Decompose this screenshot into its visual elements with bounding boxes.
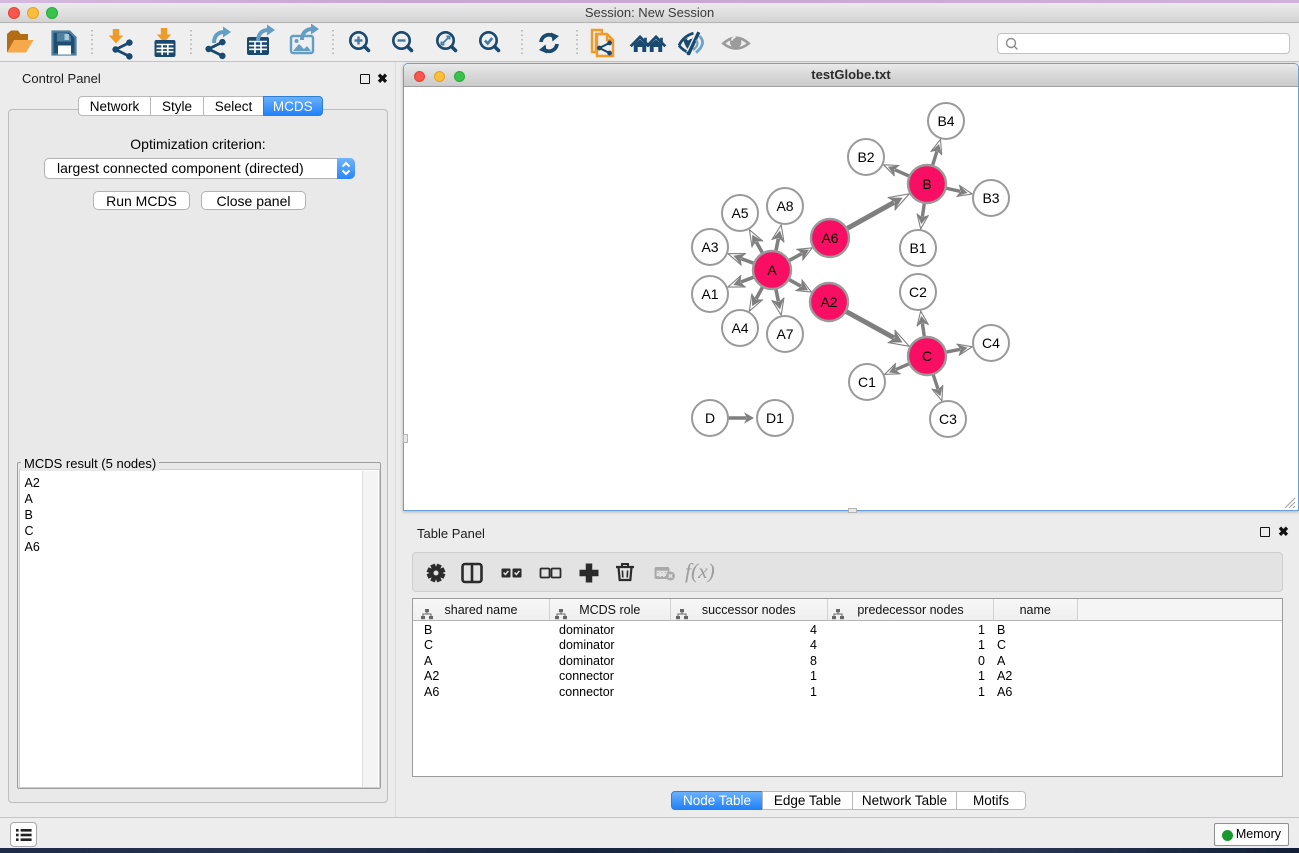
svg-text:B1: B1 [909,240,926,256]
svg-text:C: C [922,348,932,364]
svg-text:A8: A8 [776,198,793,214]
svg-text:B3: B3 [982,190,999,206]
svg-text:B: B [922,176,931,192]
svg-text:A6: A6 [821,230,838,246]
svg-text:C4: C4 [982,335,1000,351]
svg-text:A1: A1 [701,286,718,302]
svg-text:C2: C2 [909,284,927,300]
svg-text:D1: D1 [766,410,784,426]
svg-text:A2: A2 [820,294,837,310]
svg-text:A5: A5 [731,205,748,221]
svg-text:A7: A7 [776,326,793,342]
svg-text:A: A [767,262,777,278]
svg-text:C3: C3 [939,411,957,427]
svg-text:B2: B2 [857,149,874,165]
svg-text:D: D [705,410,715,426]
svg-text:A3: A3 [701,239,718,255]
svg-text:C1: C1 [858,374,876,390]
svg-text:A4: A4 [731,320,748,336]
svg-text:B4: B4 [937,113,954,129]
